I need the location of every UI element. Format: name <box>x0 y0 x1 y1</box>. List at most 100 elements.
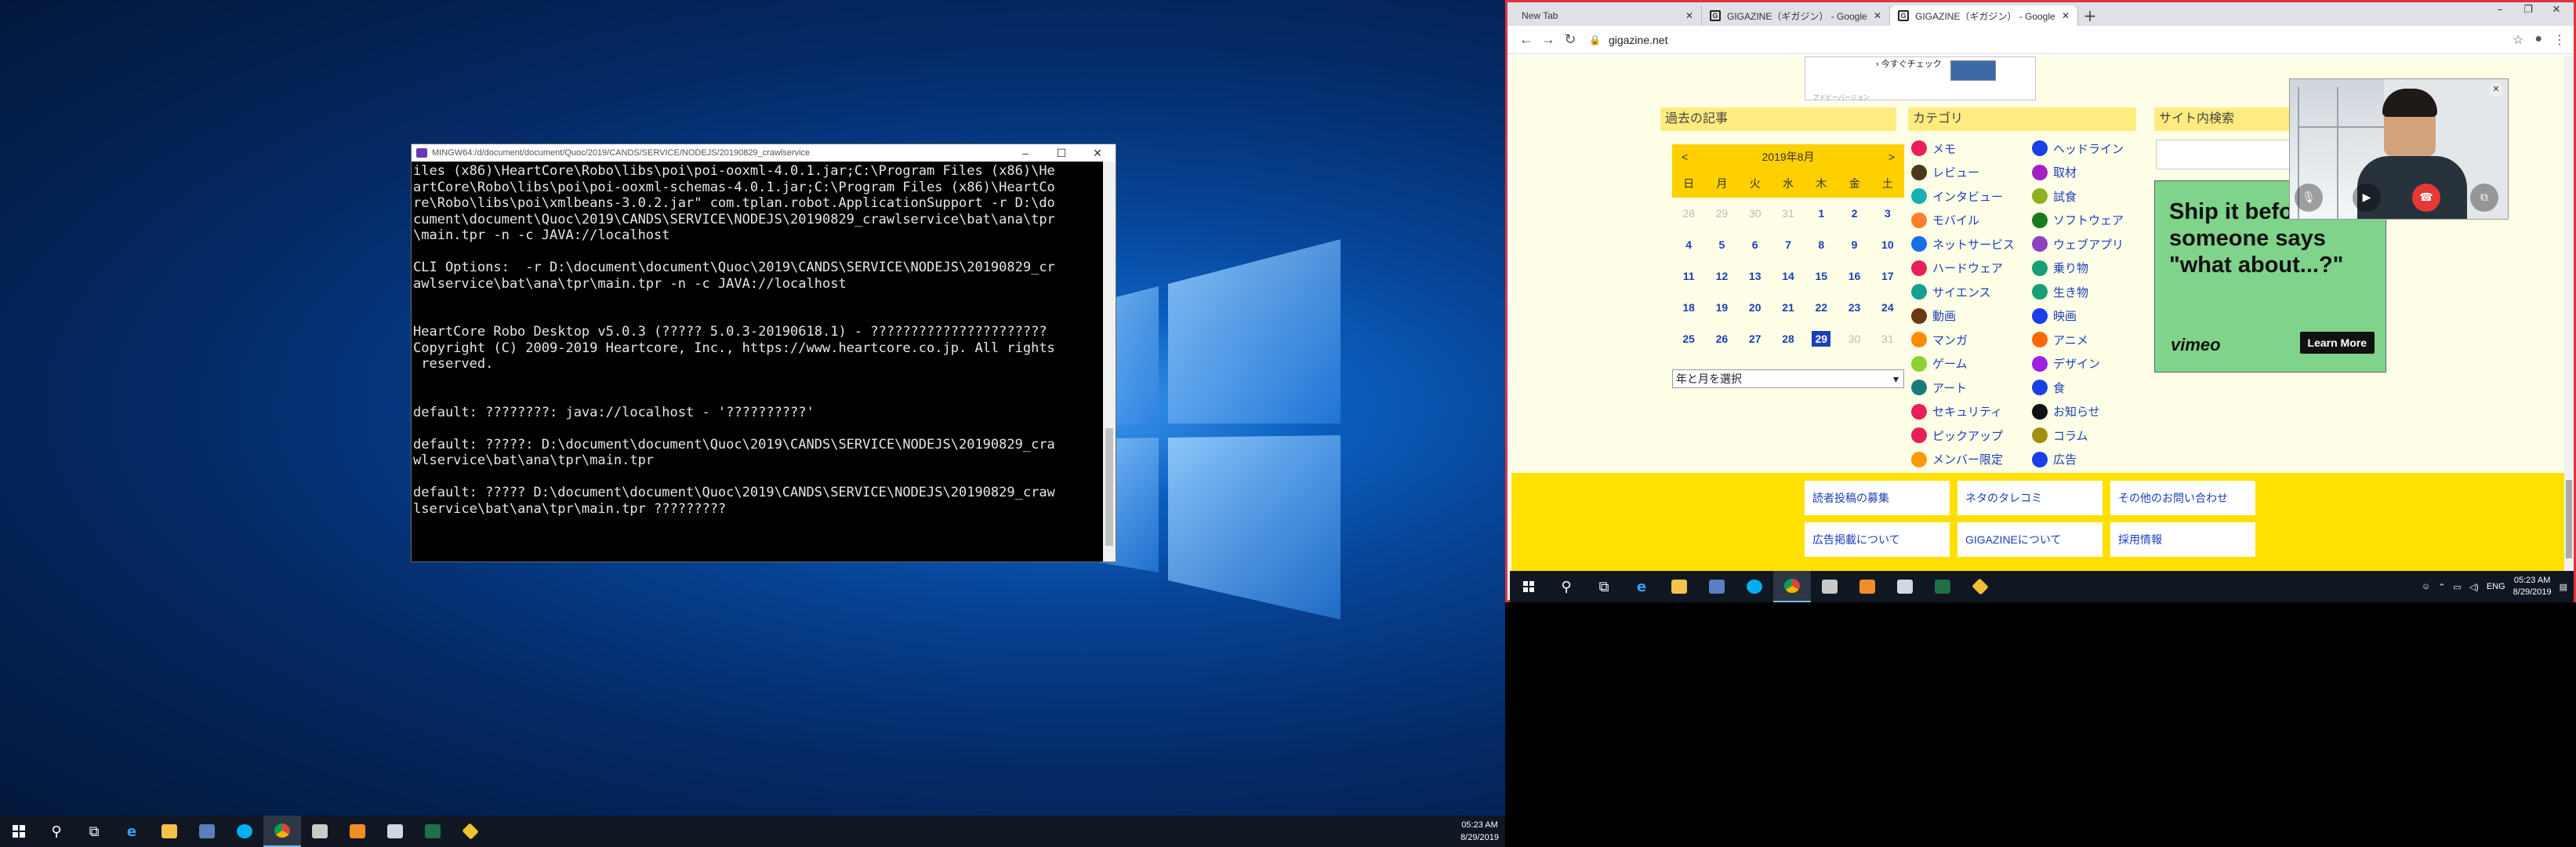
forward-icon[interactable]: → <box>1537 31 1559 48</box>
terminal-scrollbar[interactable] <box>1103 162 1116 562</box>
notepad-icon[interactable] <box>1886 571 1924 602</box>
notepad-icon[interactable] <box>376 816 414 847</box>
excel-icon[interactable] <box>414 816 452 847</box>
reload-icon[interactable]: ↻ <box>1559 31 1581 48</box>
category-link[interactable]: 生き物 <box>2032 280 2150 304</box>
calendar-day[interactable]: 7 <box>1772 229 1805 260</box>
ad-check-link[interactable]: › 今すぐチェック <box>1876 57 1942 70</box>
file-explorer-icon[interactable] <box>151 816 188 847</box>
footer-link-tip[interactable]: ネタのタレコミ <box>1957 481 2103 515</box>
terminal-titlebar[interactable]: MINGW64:/d/document/document/Quoc/2019/C… <box>412 144 1116 162</box>
calendar-day[interactable]: 24 <box>1871 292 1904 323</box>
calendar-day[interactable]: 13 <box>1739 260 1772 292</box>
category-link[interactable]: セキュリティ <box>1911 400 2029 424</box>
category-link[interactable]: ウェブアプリ <box>2032 232 2150 256</box>
address-bar[interactable]: gigazine.net <box>1609 34 1668 46</box>
page-scrollbar[interactable] <box>2564 56 2574 571</box>
task-view-icon[interactable]: ⧉ <box>75 816 113 847</box>
footer-link-jobs[interactable]: 採用情報 <box>2110 522 2255 557</box>
excel-icon[interactable] <box>1924 571 1961 602</box>
microphone-icon[interactable]: 🎙 <box>2295 184 2323 212</box>
camera-icon[interactable]: ▶ <box>2353 184 2381 212</box>
calendar-day[interactable]: 19 <box>1705 292 1738 323</box>
category-link[interactable]: ゲーム <box>1911 352 2029 376</box>
terminal-window[interactable]: MINGW64:/d/document/document/Quoc/2019/C… <box>411 144 1116 562</box>
category-link[interactable]: メンバー限定 <box>1911 448 2029 472</box>
calendar-day[interactable]: 11 <box>1672 260 1705 292</box>
category-link[interactable]: お知らせ <box>2032 400 2150 424</box>
top-ad[interactable]: › 今すぐチェック アドビーバージョン <box>1805 56 2036 101</box>
close-icon[interactable]: ✕ <box>1685 10 1693 21</box>
calendar-day[interactable]: 14 <box>1772 260 1805 292</box>
calendar-day[interactable]: 21 <box>1772 292 1805 323</box>
skype-icon[interactable] <box>1736 571 1773 602</box>
edge-icon[interactable]: e <box>1623 571 1660 602</box>
category-link[interactable]: 試食 <box>2032 184 2150 209</box>
search-icon[interactable]: ⚲ <box>1547 571 1585 602</box>
category-link[interactable]: 動画 <box>1911 304 2029 329</box>
app-icon-2[interactable] <box>301 816 339 847</box>
restore-button[interactable]: ❐ <box>2514 4 2542 16</box>
notification-icon[interactable]: ▤ <box>2560 582 2567 592</box>
learn-more-button[interactable]: Learn More <box>2299 332 2375 354</box>
calendar-day[interactable]: 27 <box>1739 323 1772 354</box>
category-link[interactable]: レビュー <box>1911 161 2029 185</box>
volume-icon[interactable]: ◁) <box>2469 582 2479 592</box>
calendar-day[interactable]: 12 <box>1705 260 1738 292</box>
category-link[interactable]: アニメ <box>2032 328 2150 352</box>
calendar-day[interactable]: 20 <box>1739 292 1772 323</box>
category-link[interactable]: ハードウェア <box>1911 256 2029 281</box>
calendar-day[interactable]: 8 <box>1805 229 1838 260</box>
network-icon[interactable]: ▭ <box>2453 582 2461 592</box>
footer-link-contact[interactable]: その他のお問い合わせ <box>2110 481 2255 515</box>
minimize-button[interactable]: – <box>1007 147 1043 160</box>
prev-month-button[interactable]: < <box>1682 151 1688 163</box>
category-link[interactable]: マンガ <box>1911 328 2029 352</box>
menu-icon[interactable]: ⋮ <box>2553 32 2566 48</box>
close-icon[interactable]: ✕ <box>1874 10 1881 21</box>
start-button[interactable] <box>1510 571 1547 602</box>
next-month-button[interactable]: > <box>1888 151 1895 163</box>
footer-link-ads[interactable]: 広告掲載について <box>1805 522 1950 557</box>
category-link[interactable]: 取材 <box>2032 161 2150 185</box>
calendar-day[interactable]: 29 <box>1805 323 1838 354</box>
close-button[interactable]: ✕ <box>1079 147 1116 160</box>
app-icon[interactable] <box>1698 571 1736 602</box>
task-view-icon[interactable]: ⧉ <box>1585 571 1623 602</box>
chrome-icon[interactable] <box>1773 571 1811 602</box>
skype-icon[interactable] <box>226 816 263 847</box>
category-link[interactable]: モバイル <box>1911 209 2029 233</box>
footer-link-reader-submission[interactable]: 読者投稿の募集 <box>1805 481 1950 515</box>
calendar-day[interactable]: 9 <box>1838 229 1870 260</box>
chrome-icon[interactable] <box>263 816 301 847</box>
edge-icon[interactable]: e <box>113 816 151 847</box>
category-link[interactable]: コラム <box>2032 424 2150 448</box>
new-tab-button[interactable]: + <box>2078 5 2102 26</box>
calendar-day[interactable]: 3 <box>1871 198 1904 229</box>
category-link[interactable]: 食 <box>2032 376 2150 400</box>
category-link[interactable]: ピックアップ <box>1911 424 2029 448</box>
category-link[interactable]: アート <box>1911 376 2029 400</box>
language-indicator[interactable]: ENG <box>2487 582 2505 591</box>
video-call-window[interactable]: ✕ 🎙 ▶ ☎ ⧉ <box>2289 78 2509 220</box>
category-link[interactable]: 映画 <box>2032 304 2150 329</box>
calendar-day[interactable]: 1 <box>1805 198 1838 229</box>
close-icon[interactable]: ✕ <box>2489 82 2503 96</box>
git-icon[interactable] <box>1961 571 1999 602</box>
close-button[interactable]: ✕ <box>2542 4 2571 16</box>
minimize-button[interactable]: – <box>2486 4 2514 16</box>
calendar-day[interactable]: 6 <box>1739 229 1772 260</box>
category-link[interactable]: ソフトウェア <box>2032 209 2150 233</box>
calendar-day[interactable]: 25 <box>1672 323 1705 354</box>
calendar-day[interactable]: 22 <box>1805 292 1838 323</box>
bookmark-star-icon[interactable]: ☆ <box>2513 32 2523 48</box>
category-link[interactable]: サイエンス <box>1911 280 2029 304</box>
calendar-day[interactable]: 2 <box>1838 198 1870 229</box>
sublime-icon[interactable] <box>339 816 376 847</box>
category-link[interactable]: メモ <box>1911 136 2029 161</box>
sublime-icon[interactable] <box>1849 571 1886 602</box>
category-link[interactable]: インタビュー <box>1911 184 2029 209</box>
clock[interactable]: 05:23 AM 8/29/2019 <box>1460 816 1499 847</box>
category-link[interactable]: ヘッドライン <box>2032 136 2150 161</box>
popout-icon[interactable]: ⧉ <box>2470 184 2498 212</box>
